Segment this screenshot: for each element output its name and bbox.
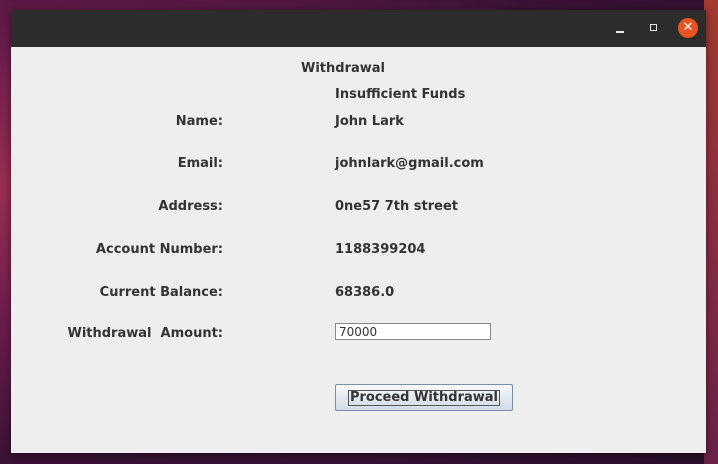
window-titlebar[interactable]: ✕ xyxy=(11,10,706,47)
minimize-icon[interactable] xyxy=(611,19,629,37)
withdrawal-amount-label: Withdrawal Amount: xyxy=(67,326,223,341)
account-number-value: 1188399204 xyxy=(335,242,426,257)
current-balance-value: 68386.0 xyxy=(335,285,395,300)
page-title: Withdrawal xyxy=(301,61,385,76)
account-number-label: Account Number: xyxy=(95,242,223,257)
desktop-background xyxy=(704,0,718,464)
current-balance-label: Current Balance: xyxy=(99,285,223,300)
maximize-icon[interactable] xyxy=(645,19,663,37)
email-label: Email: xyxy=(177,156,223,171)
withdrawal-window: ✕ Withdrawal Insufficient Funds Name: Jo… xyxy=(11,10,706,453)
address-value: 0ne57 7th street xyxy=(335,199,458,214)
status-message: Insufficient Funds xyxy=(335,87,466,102)
email-value: johnlark@gmail.com xyxy=(335,156,484,171)
withdrawal-form: Withdrawal Insufficient Funds Name: John… xyxy=(11,47,706,453)
proceed-withdrawal-label: Proceed Withdrawal xyxy=(347,390,501,406)
proceed-withdrawal-button[interactable]: Proceed Withdrawal xyxy=(335,384,513,411)
name-label: Name: xyxy=(175,114,223,129)
address-label: Address: xyxy=(158,199,223,214)
withdrawal-amount-input[interactable] xyxy=(335,323,491,340)
name-value: John Lark xyxy=(335,114,404,129)
close-icon[interactable]: ✕ xyxy=(678,18,698,38)
